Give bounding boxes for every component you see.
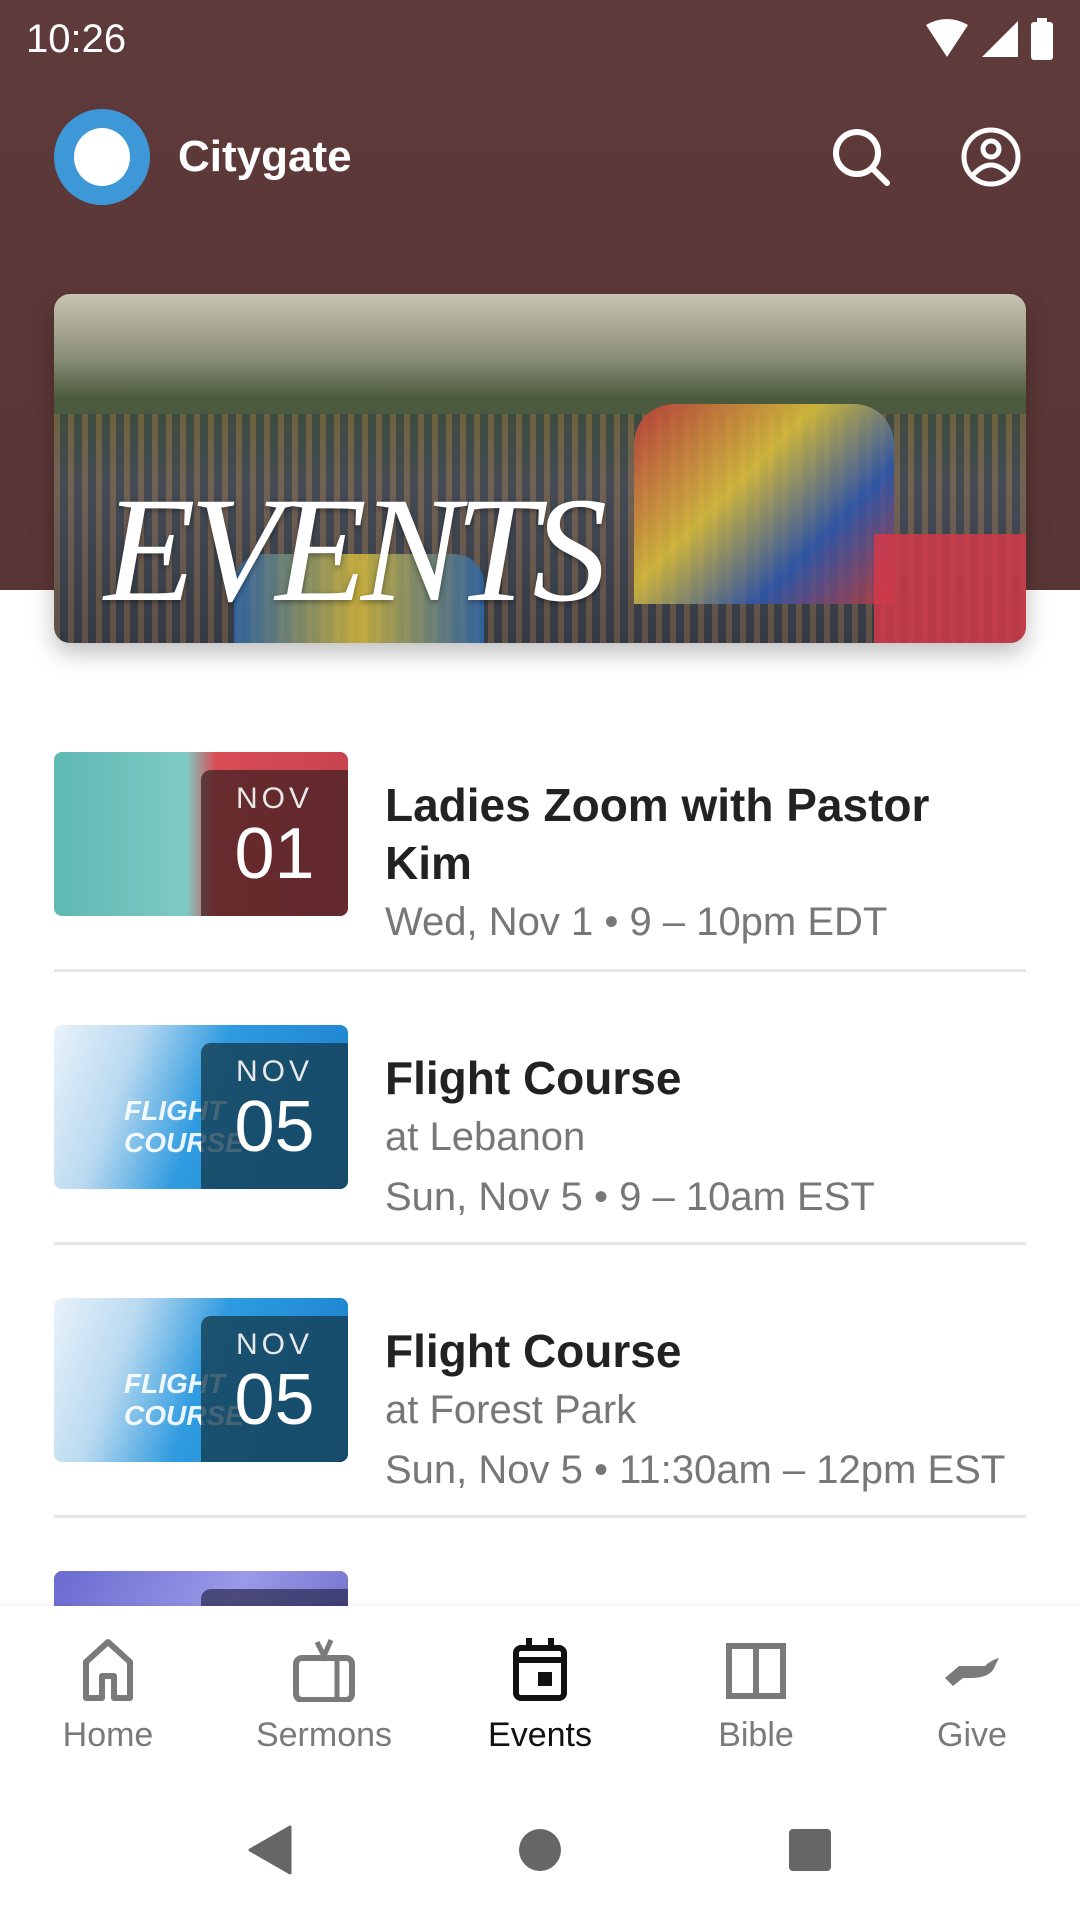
home-circle-icon <box>519 1829 561 1871</box>
calendar-icon <box>513 1638 567 1701</box>
back-button[interactable] <box>135 1825 405 1875</box>
event-time: Sun, Nov 5 • 9 – 10am EST <box>385 1175 875 1219</box>
tv-icon <box>293 1638 355 1702</box>
event-location: at Lebanon <box>385 1115 586 1159</box>
search-button[interactable] <box>826 122 896 192</box>
date-badge <box>201 1589 348 1606</box>
event-time: Wed, Nov 1 • 9 – 10pm EDT <box>385 900 888 944</box>
tab-home[interactable]: Home <box>0 1606 216 1780</box>
signal-icon <box>982 21 1018 57</box>
back-icon <box>248 1825 292 1875</box>
wifi-icon <box>926 19 968 57</box>
event-thumbnail: FLIGHT COURSE NOV 05 <box>54 1025 348 1189</box>
date-badge: NOV 01 <box>201 770 348 916</box>
tab-bible[interactable]: Bible <box>648 1606 864 1780</box>
event-item[interactable]: FLIGHT COURSE NOV 05 Flight Course at Fo… <box>54 1298 1026 1571</box>
tab-label: Home <box>62 1716 154 1754</box>
badge-month: NOV <box>235 1055 313 1088</box>
home-icon <box>83 1639 133 1701</box>
date-badge: NOV 05 <box>201 1316 348 1462</box>
event-item[interactable]: NOV 01 Ladies Zoom with Pastor Kim Wed, … <box>54 752 1026 1025</box>
give-hand-icon <box>945 1658 999 1686</box>
book-icon <box>726 1643 786 1699</box>
date-badge: NOV 05 <box>201 1043 348 1189</box>
tab-label: Give <box>937 1716 1007 1754</box>
event-title: Ladies Zoom with Pastor Kim <box>385 779 930 889</box>
status-bar: 10:26 <box>26 14 1054 64</box>
status-time: 10:26 <box>26 16 127 61</box>
event-title: Flight Course <box>385 1325 682 1377</box>
event-thumbnail: NOV 01 <box>54 752 348 916</box>
citygate-logo <box>54 109 150 205</box>
tab-sermons[interactable]: Sermons <box>216 1606 432 1780</box>
app-title: Citygate <box>178 132 352 181</box>
events-banner[interactable]: EVENTS <box>54 294 1026 643</box>
tab-give[interactable]: Give <box>864 1606 1080 1780</box>
battery-icon <box>1031 18 1053 60</box>
event-time: Sun, Nov 5 • 11:30am – 12pm EST <box>385 1448 1006 1492</box>
badge-day: 05 <box>234 1360 315 1440</box>
tab-label: Bible <box>718 1716 794 1754</box>
search-icon <box>833 129 890 186</box>
event-location: at Forest Park <box>385 1388 637 1432</box>
recents-icon <box>789 1829 831 1871</box>
event-title: YTH & YA Revival Nights <box>385 1595 923 1606</box>
badge-month: NOV <box>235 782 313 815</box>
badge-day: 05 <box>234 1087 315 1167</box>
event-item[interactable]: FLIGHT COURSE NOV 05 Flight Course at Le… <box>54 1025 1026 1298</box>
home-nav-button[interactable] <box>405 1828 675 1872</box>
app-bar: Citygate <box>54 108 1026 206</box>
event-thumbnail: FLIGHT COURSE NOV 05 <box>54 1298 348 1462</box>
banner-title: EVENTS <box>104 467 607 633</box>
badge-month: NOV <box>235 1328 313 1361</box>
badge-day: 01 <box>234 814 315 894</box>
events-list: NOV 01 Ladies Zoom with Pastor Kim Wed, … <box>54 752 1026 1606</box>
account-icon <box>961 127 1021 187</box>
tab-label: Events <box>488 1716 592 1754</box>
recents-button[interactable] <box>675 1828 945 1872</box>
account-button[interactable] <box>956 122 1026 192</box>
system-nav-bar <box>0 1780 1080 1920</box>
bottom-nav: Home Sermons Events Bible Give <box>0 1606 1080 1780</box>
event-title: Flight Course <box>385 1052 682 1104</box>
event-item[interactable]: YTH & YA Revival Nights <box>54 1571 1026 1606</box>
tab-events[interactable]: Events <box>432 1606 648 1780</box>
tab-label: Sermons <box>255 1716 393 1754</box>
event-thumbnail <box>54 1571 348 1606</box>
